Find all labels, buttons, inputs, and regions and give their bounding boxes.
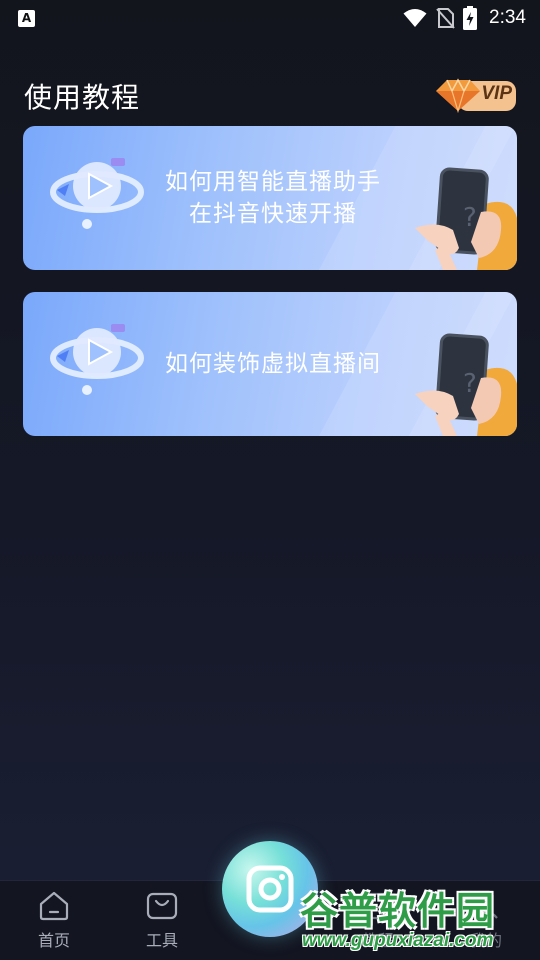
watermark-title: 谷普软件园 [300, 889, 496, 933]
vip-button[interactable]: VIP [434, 77, 518, 115]
tutorial-title: 如何用智能直播助手 [165, 169, 381, 195]
play-icon [50, 324, 144, 395]
no-sim-icon [436, 8, 455, 29]
home-icon [39, 891, 69, 921]
watermark-url: www.gupuxiazai.com [302, 930, 494, 951]
battery-charging-icon [463, 6, 478, 30]
camera-icon [246, 865, 294, 913]
status-bar: A 2:34 [0, 0, 540, 36]
vip-label: VIP [481, 83, 512, 104]
nav-label-home: 首页 [37, 931, 70, 950]
nav-label-tools: 工具 [145, 931, 178, 950]
clock-time: 2:34 [489, 7, 526, 28]
svg-text:?: ? [463, 369, 477, 399]
nav-item-home[interactable]: 首页 [14, 891, 94, 953]
page-title: 使用教程 [24, 81, 141, 114]
page-header: 使用教程 VIP [24, 74, 518, 118]
phone-in-hand-icon: ? [415, 167, 517, 270]
nav-item-tools[interactable]: 工具 [122, 891, 202, 953]
tutorial-card-douyin-live[interactable]: 如何用智能直播助手 在抖音快速开播 ? [23, 126, 517, 270]
svg-text:?: ? [463, 203, 477, 233]
tutorial-subtitle: 在抖音快速开播 [189, 201, 357, 227]
app-notification-icon: A [18, 9, 35, 27]
bag-icon [146, 892, 178, 920]
phone-in-hand-icon: ? [415, 333, 517, 436]
wifi-icon [403, 9, 427, 27]
watermark: 谷普软件园 www.gupuxiazai.com [296, 876, 540, 960]
play-icon [50, 158, 144, 229]
tutorial-card-virtual-room[interactable]: 如何装饰虚拟直播间 ? [23, 292, 517, 436]
tutorial-title: 如何装饰虚拟直播间 [165, 351, 381, 377]
